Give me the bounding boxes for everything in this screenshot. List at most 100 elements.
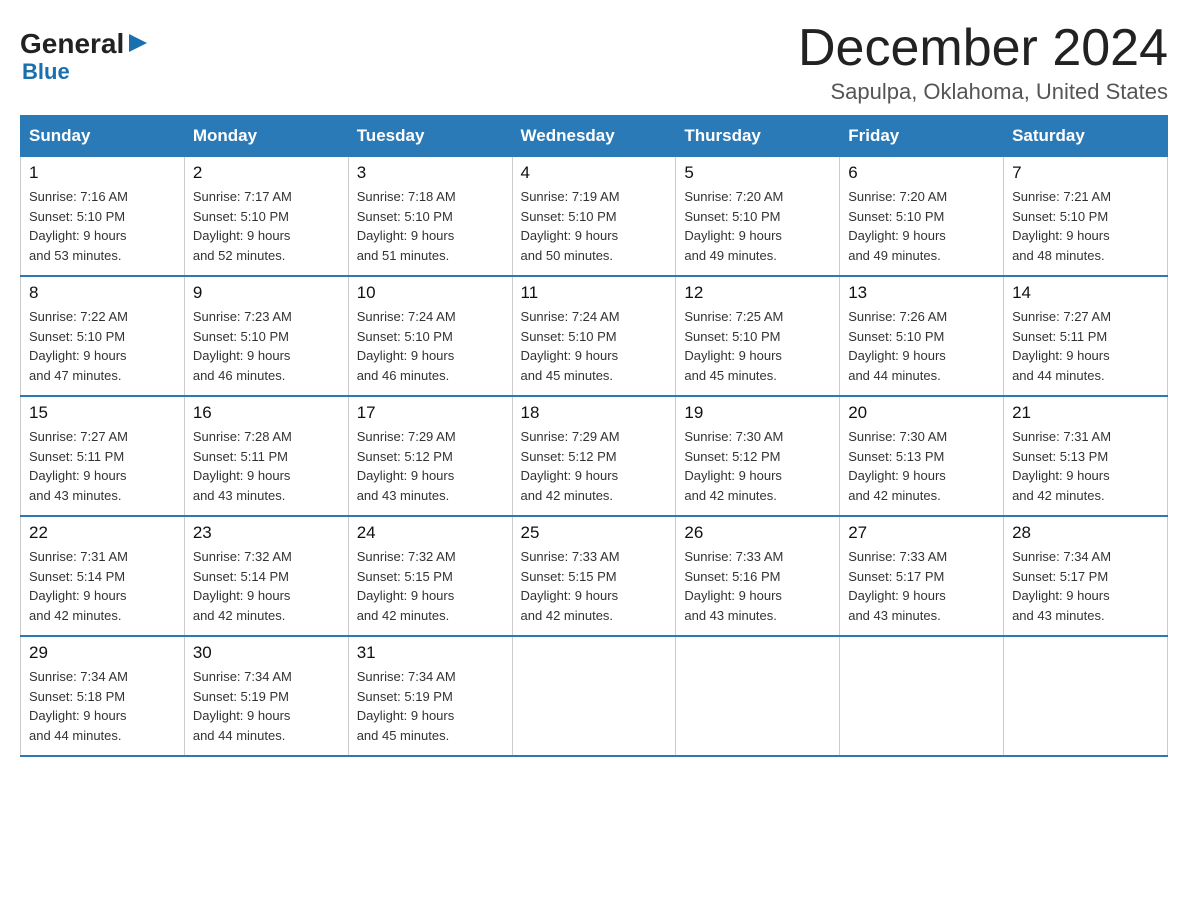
calendar-header-row: SundayMondayTuesdayWednesdayThursdayFrid… (21, 116, 1168, 157)
day-number: 12 (684, 283, 831, 303)
day-number: 22 (29, 523, 176, 543)
day-number: 20 (848, 403, 995, 423)
day-number: 2 (193, 163, 340, 183)
calendar-subtitle: Sapulpa, Oklahoma, United States (798, 79, 1168, 105)
day-number: 7 (1012, 163, 1159, 183)
day-info: Sunrise: 7:24 AM Sunset: 5:10 PM Dayligh… (357, 307, 504, 385)
day-number: 14 (1012, 283, 1159, 303)
day-info: Sunrise: 7:34 AM Sunset: 5:17 PM Dayligh… (1012, 547, 1159, 625)
day-header-saturday: Saturday (1004, 116, 1168, 157)
day-number: 31 (357, 643, 504, 663)
calendar-cell: 14 Sunrise: 7:27 AM Sunset: 5:11 PM Dayli… (1004, 276, 1168, 396)
logo-blue-text: Blue (22, 59, 70, 84)
calendar-cell (1004, 636, 1168, 756)
calendar-cell (676, 636, 840, 756)
day-number: 4 (521, 163, 668, 183)
day-header-thursday: Thursday (676, 116, 840, 157)
day-number: 28 (1012, 523, 1159, 543)
calendar-cell: 28 Sunrise: 7:34 AM Sunset: 5:17 PM Dayli… (1004, 516, 1168, 636)
day-number: 29 (29, 643, 176, 663)
calendar-cell: 17Sunrise: 7:29 AM Sunset: 5:12 PM Dayli… (348, 396, 512, 516)
day-number: 19 (684, 403, 831, 423)
day-number: 26 (684, 523, 831, 543)
calendar-cell: 15 Sunrise: 7:27 AM Sunset: 5:11 PM Dayli… (21, 396, 185, 516)
page-header: General Blue December 2024 Sapulpa, Okla… (20, 20, 1168, 105)
day-number: 6 (848, 163, 995, 183)
logo: General Blue (20, 20, 149, 85)
day-info: Sunrise: 7:19 AM Sunset: 5:10 PM Dayligh… (521, 187, 668, 265)
calendar-cell: 2 Sunrise: 7:17 AM Sunset: 5:10 PM Daylig… (184, 157, 348, 277)
calendar-cell: 18Sunrise: 7:29 AM Sunset: 5:12 PM Dayli… (512, 396, 676, 516)
day-info: Sunrise: 7:18 AM Sunset: 5:10 PM Dayligh… (357, 187, 504, 265)
calendar-cell: 4 Sunrise: 7:19 AM Sunset: 5:10 PM Daylig… (512, 157, 676, 277)
calendar-cell: 19 Sunrise: 7:30 AM Sunset: 5:12 PM Dayli… (676, 396, 840, 516)
calendar-cell: 3 Sunrise: 7:18 AM Sunset: 5:10 PM Daylig… (348, 157, 512, 277)
day-number: 1 (29, 163, 176, 183)
day-info: Sunrise: 7:22 AM Sunset: 5:10 PM Dayligh… (29, 307, 176, 385)
week-row-4: 22 Sunrise: 7:31 AM Sunset: 5:14 PM Dayli… (21, 516, 1168, 636)
calendar-title: December 2024 (798, 20, 1168, 77)
day-header-wednesday: Wednesday (512, 116, 676, 157)
logo-arrow-icon (127, 32, 149, 54)
day-number: 13 (848, 283, 995, 303)
day-number: 9 (193, 283, 340, 303)
day-number: 25 (521, 523, 668, 543)
day-info: Sunrise: 7:27 AM Sunset: 5:11 PM Dayligh… (29, 427, 176, 505)
calendar-cell: 24Sunrise: 7:32 AM Sunset: 5:15 PM Dayli… (348, 516, 512, 636)
day-header-monday: Monday (184, 116, 348, 157)
day-header-friday: Friday (840, 116, 1004, 157)
day-info: Sunrise: 7:30 AM Sunset: 5:13 PM Dayligh… (848, 427, 995, 505)
calendar-cell: 31 Sunrise: 7:34 AM Sunset: 5:19 PM Dayli… (348, 636, 512, 756)
day-number: 30 (193, 643, 340, 663)
day-info: Sunrise: 7:32 AM Sunset: 5:15 PM Dayligh… (357, 547, 504, 625)
day-info: Sunrise: 7:33 AM Sunset: 5:15 PM Dayligh… (521, 547, 668, 625)
day-number: 21 (1012, 403, 1159, 423)
calendar-cell: 11 Sunrise: 7:24 AM Sunset: 5:10 PM Dayli… (512, 276, 676, 396)
calendar-cell: 29 Sunrise: 7:34 AM Sunset: 5:18 PM Dayli… (21, 636, 185, 756)
week-row-2: 8 Sunrise: 7:22 AM Sunset: 5:10 PM Daylig… (21, 276, 1168, 396)
day-info: Sunrise: 7:34 AM Sunset: 5:19 PM Dayligh… (193, 667, 340, 745)
day-info: Sunrise: 7:27 AM Sunset: 5:11 PM Dayligh… (1012, 307, 1159, 385)
day-info: Sunrise: 7:20 AM Sunset: 5:10 PM Dayligh… (684, 187, 831, 265)
logo-general-text: General (20, 30, 124, 58)
day-info: Sunrise: 7:34 AM Sunset: 5:19 PM Dayligh… (357, 667, 504, 745)
day-info: Sunrise: 7:21 AM Sunset: 5:10 PM Dayligh… (1012, 187, 1159, 265)
calendar-cell: 30 Sunrise: 7:34 AM Sunset: 5:19 PM Dayli… (184, 636, 348, 756)
day-info: Sunrise: 7:16 AM Sunset: 5:10 PM Dayligh… (29, 187, 176, 265)
day-info: Sunrise: 7:31 AM Sunset: 5:13 PM Dayligh… (1012, 427, 1159, 505)
day-info: Sunrise: 7:23 AM Sunset: 5:10 PM Dayligh… (193, 307, 340, 385)
calendar-cell: 13 Sunrise: 7:26 AM Sunset: 5:10 PM Dayli… (840, 276, 1004, 396)
day-number: 16 (193, 403, 340, 423)
day-info: Sunrise: 7:30 AM Sunset: 5:12 PM Dayligh… (684, 427, 831, 505)
week-row-3: 15 Sunrise: 7:27 AM Sunset: 5:11 PM Dayli… (21, 396, 1168, 516)
day-number: 27 (848, 523, 995, 543)
calendar-cell: 26 Sunrise: 7:33 AM Sunset: 5:16 PM Dayli… (676, 516, 840, 636)
day-info: Sunrise: 7:24 AM Sunset: 5:10 PM Dayligh… (521, 307, 668, 385)
calendar-cell: 10Sunrise: 7:24 AM Sunset: 5:10 PM Dayli… (348, 276, 512, 396)
day-info: Sunrise: 7:34 AM Sunset: 5:18 PM Dayligh… (29, 667, 176, 745)
calendar-cell: 9 Sunrise: 7:23 AM Sunset: 5:10 PM Daylig… (184, 276, 348, 396)
day-number: 15 (29, 403, 176, 423)
calendar-cell: 1 Sunrise: 7:16 AM Sunset: 5:10 PM Daylig… (21, 157, 185, 277)
day-info: Sunrise: 7:33 AM Sunset: 5:17 PM Dayligh… (848, 547, 995, 625)
day-number: 3 (357, 163, 504, 183)
day-info: Sunrise: 7:33 AM Sunset: 5:16 PM Dayligh… (684, 547, 831, 625)
day-info: Sunrise: 7:17 AM Sunset: 5:10 PM Dayligh… (193, 187, 340, 265)
day-header-sunday: Sunday (21, 116, 185, 157)
day-info: Sunrise: 7:31 AM Sunset: 5:14 PM Dayligh… (29, 547, 176, 625)
day-number: 11 (521, 283, 668, 303)
week-row-1: 1 Sunrise: 7:16 AM Sunset: 5:10 PM Daylig… (21, 157, 1168, 277)
calendar-cell: 16 Sunrise: 7:28 AM Sunset: 5:11 PM Dayli… (184, 396, 348, 516)
day-info: Sunrise: 7:28 AM Sunset: 5:11 PM Dayligh… (193, 427, 340, 505)
calendar-cell: 8 Sunrise: 7:22 AM Sunset: 5:10 PM Daylig… (21, 276, 185, 396)
day-number: 5 (684, 163, 831, 183)
day-number: 8 (29, 283, 176, 303)
day-info: Sunrise: 7:26 AM Sunset: 5:10 PM Dayligh… (848, 307, 995, 385)
title-block: December 2024 Sapulpa, Oklahoma, United … (798, 20, 1168, 105)
week-row-5: 29 Sunrise: 7:34 AM Sunset: 5:18 PM Dayli… (21, 636, 1168, 756)
day-header-tuesday: Tuesday (348, 116, 512, 157)
calendar-cell: 22 Sunrise: 7:31 AM Sunset: 5:14 PM Dayli… (21, 516, 185, 636)
day-number: 23 (193, 523, 340, 543)
day-info: Sunrise: 7:20 AM Sunset: 5:10 PM Dayligh… (848, 187, 995, 265)
calendar-cell: 20 Sunrise: 7:30 AM Sunset: 5:13 PM Dayli… (840, 396, 1004, 516)
